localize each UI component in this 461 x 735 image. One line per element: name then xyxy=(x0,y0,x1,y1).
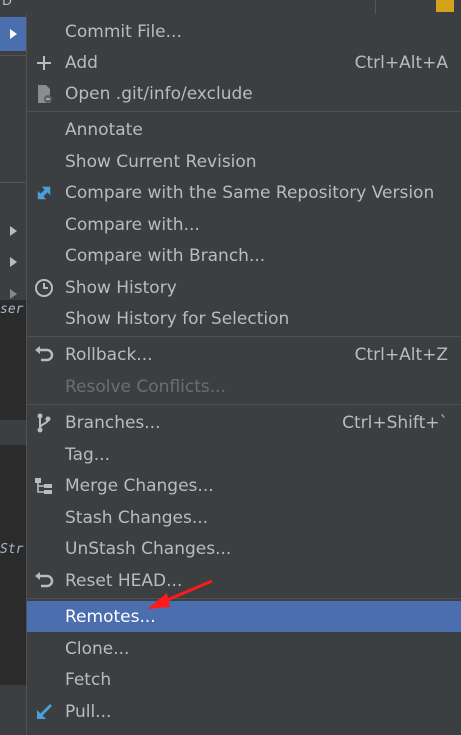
annotation-arrow-icon xyxy=(147,579,213,609)
